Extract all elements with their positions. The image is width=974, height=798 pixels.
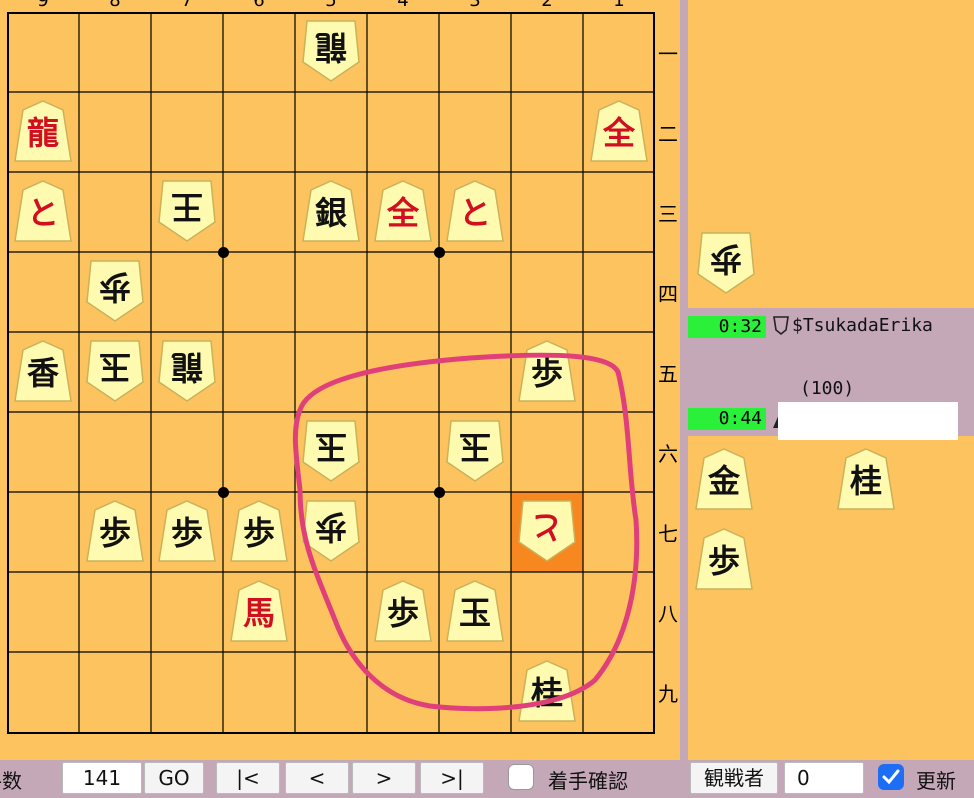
spectators-button[interactable]: 観戦者 [690, 762, 778, 794]
sente-clock: 0:44 [688, 408, 766, 430]
piece-label: 歩 [813, 542, 846, 580]
file-label: 9 [37, 0, 49, 11]
sente-hand-piece-stack[interactable]: 歩 [786, 526, 846, 592]
confirm-checkbox[interactable] [508, 764, 534, 790]
file-label: 7 [181, 0, 193, 11]
go-button[interactable]: GO [144, 762, 204, 794]
rank-label: 五 [658, 362, 678, 386]
sente-hand-piece-stack[interactable]: 歩 [814, 526, 874, 592]
pink-circle-annotation [292, 352, 640, 712]
piece-label: 金 [707, 462, 740, 500]
gote-player-bar: 0:32 $TsukadaErika [688, 308, 974, 362]
sente-hand-piece[interactable]: 桂 [836, 446, 896, 512]
gote-clock: 0:32 [688, 316, 766, 338]
rank-label: 二 [658, 122, 678, 146]
rank-label: 三 [658, 202, 678, 226]
confirm-label: 着手確認 [548, 769, 628, 793]
gote-player-name: $TsukadaErika [792, 315, 933, 336]
file-label: 4 [397, 0, 409, 11]
rank-label: 一 [658, 42, 678, 66]
file-label: 8 [109, 0, 121, 11]
shogi-board-area: 龍龍全と王銀全と歩香玉龍歩玉玉歩歩歩歩と馬歩玉桂 987654321一二三四五六… [0, 0, 680, 760]
piece-label: 歩 [785, 542, 818, 580]
update-checkbox[interactable] [878, 764, 904, 790]
piece-label: 歩 [710, 240, 743, 278]
rank-label: 九 [658, 682, 678, 706]
next-move-button[interactable]: > [352, 762, 416, 794]
rank-label: 七 [658, 522, 678, 546]
file-label: 5 [325, 0, 337, 11]
file-label: 3 [469, 0, 481, 11]
sente-player-bar: (100) 0:44 [688, 362, 974, 440]
sente-player-name [778, 402, 958, 440]
file-label: 1 [613, 0, 625, 11]
sente-hand-piece-stack[interactable]: 歩 [772, 526, 832, 592]
rank-label: 四 [658, 282, 678, 306]
rank-label: 八 [658, 602, 678, 626]
piece-label: 歩 [799, 542, 832, 580]
piece-label: 歩 [841, 542, 874, 580]
checkmark-icon [882, 769, 900, 785]
move-number-input[interactable]: 141 [62, 762, 142, 794]
moves-label: 手数 [0, 769, 22, 793]
last-move-button[interactable]: >| [420, 762, 484, 794]
sente-hand-piece-stack[interactable]: 歩 [828, 526, 888, 592]
update-label: 更新 [916, 769, 956, 793]
panel-divider [680, 0, 688, 760]
piece-label: 桂 [849, 462, 882, 500]
gote-hand-piece[interactable]: 歩 [696, 230, 756, 296]
sente-rating: (100) [800, 378, 855, 399]
first-move-button[interactable]: |< [216, 762, 280, 794]
sente-hand-piece[interactable]: 歩 [694, 526, 754, 592]
rank-label: 六 [658, 442, 678, 466]
sente-hand-piece-stack[interactable]: 歩 [800, 526, 860, 592]
sente-hand-piece-stack[interactable]: 歩 [758, 526, 818, 592]
spectators-count: 0 [784, 762, 864, 794]
sente-hand-piece[interactable]: 金 [694, 446, 754, 512]
piece-label: 歩 [707, 542, 740, 580]
file-label: 2 [541, 0, 553, 11]
piece-label: 歩 [771, 542, 804, 580]
prev-move-button[interactable]: < [285, 762, 349, 794]
piece-label: 歩 [827, 542, 860, 580]
gote-turn-icon [773, 316, 789, 336]
file-label: 6 [253, 0, 265, 11]
control-bar: 手数 141 GO |< < > >| 着手確認 観戦者 0 更新 [0, 760, 974, 798]
